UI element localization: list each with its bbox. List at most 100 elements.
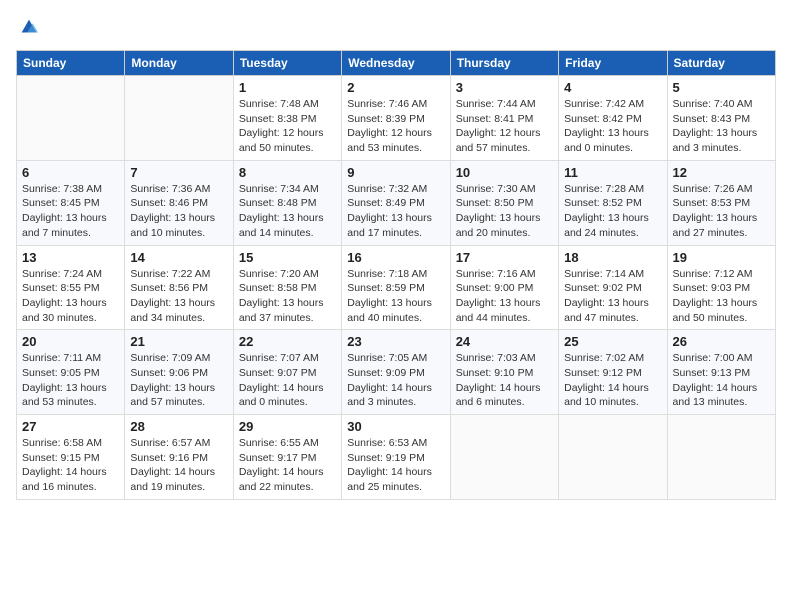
day-number: 9 (347, 165, 444, 180)
calendar-cell: 28 Sunrise: 6:57 AMSunset: 9:16 PMDayligh… (125, 415, 233, 500)
day-number: 26 (673, 334, 770, 349)
day-number: 14 (130, 250, 227, 265)
day-number: 11 (564, 165, 661, 180)
calendar-cell: 9 Sunrise: 7:32 AMSunset: 8:49 PMDaylight… (342, 160, 450, 245)
day-info: Sunrise: 7:44 AMSunset: 8:41 PMDaylight:… (456, 97, 553, 156)
day-info: Sunrise: 7:16 AMSunset: 9:00 PMDaylight:… (456, 267, 553, 326)
day-number: 16 (347, 250, 444, 265)
calendar-cell: 5Sunrise: 7:40 AMSunset: 8:43 PMDaylight… (667, 76, 775, 161)
day-info: Sunrise: 6:58 AMSunset: 9:15 PMDaylight:… (22, 436, 119, 495)
calendar-cell: 1 Sunrise: 7:48 AMSunset: 8:38 PMDaylight… (233, 76, 341, 161)
calendar-cell: 26 Sunrise: 7:00 AMSunset: 9:13 PMDayligh… (667, 330, 775, 415)
day-number: 15 (239, 250, 336, 265)
day-info: Sunrise: 7:09 AMSunset: 9:06 PMDaylight:… (130, 351, 227, 410)
day-number: 22 (239, 334, 336, 349)
calendar-cell: 13 Sunrise: 7:24 AMSunset: 8:55 PMDayligh… (17, 245, 125, 330)
day-info: Sunrise: 7:22 AMSunset: 8:56 PMDaylight:… (130, 267, 227, 326)
calendar-cell (17, 76, 125, 161)
calendar-cell: 8 Sunrise: 7:34 AMSunset: 8:48 PMDaylight… (233, 160, 341, 245)
calendar-cell: 10 Sunrise: 7:30 AMSunset: 8:50 PMDayligh… (450, 160, 558, 245)
calendar-cell (667, 415, 775, 500)
calendar-cell: 18 Sunrise: 7:14 AMSunset: 9:02 PMDayligh… (559, 245, 667, 330)
weekday-header-tuesday: Tuesday (233, 51, 341, 76)
day-number: 24 (456, 334, 553, 349)
day-info: Sunrise: 7:48 AMSunset: 8:38 PMDaylight:… (239, 97, 336, 156)
calendar-cell: 21 Sunrise: 7:09 AMSunset: 9:06 PMDayligh… (125, 330, 233, 415)
day-info: Sunrise: 7:14 AMSunset: 9:02 PMDaylight:… (564, 267, 661, 326)
day-info: Sunrise: 7:12 AMSunset: 9:03 PMDaylight:… (673, 267, 770, 326)
day-info: Sunrise: 7:36 AMSunset: 8:46 PMDaylight:… (130, 182, 227, 241)
day-number: 29 (239, 419, 336, 434)
day-number: 25 (564, 334, 661, 349)
calendar-week-2: 6Sunrise: 7:38 AMSunset: 8:45 PMDaylight… (17, 160, 776, 245)
day-info: Sunrise: 6:53 AMSunset: 9:19 PMDaylight:… (347, 436, 444, 495)
day-number: 13 (22, 250, 119, 265)
day-info: Sunrise: 7:32 AMSunset: 8:49 PMDaylight:… (347, 182, 444, 241)
day-number: 21 (130, 334, 227, 349)
day-info: Sunrise: 7:07 AMSunset: 9:07 PMDaylight:… (239, 351, 336, 410)
calendar-week-3: 13 Sunrise: 7:24 AMSunset: 8:55 PMDayligh… (17, 245, 776, 330)
day-info: Sunrise: 7:02 AMSunset: 9:12 PMDaylight:… (564, 351, 661, 410)
calendar-cell: 4 Sunrise: 7:42 AMSunset: 8:42 PMDaylight… (559, 76, 667, 161)
weekday-header-saturday: Saturday (667, 51, 775, 76)
calendar-cell: 14 Sunrise: 7:22 AMSunset: 8:56 PMDayligh… (125, 245, 233, 330)
calendar-cell: 22 Sunrise: 7:07 AMSunset: 9:07 PMDayligh… (233, 330, 341, 415)
calendar-week-4: 20Sunrise: 7:11 AMSunset: 9:05 PMDayligh… (17, 330, 776, 415)
day-number: 4 (564, 80, 661, 95)
calendar-cell: 6Sunrise: 7:38 AMSunset: 8:45 PMDaylight… (17, 160, 125, 245)
day-number: 27 (22, 419, 119, 434)
day-number: 3 (456, 80, 553, 95)
weekday-header-row: SundayMondayTuesdayWednesdayThursdayFrid… (17, 51, 776, 76)
day-number: 10 (456, 165, 553, 180)
weekday-header-sunday: Sunday (17, 51, 125, 76)
day-number: 12 (673, 165, 770, 180)
calendar-cell: 23 Sunrise: 7:05 AMSunset: 9:09 PMDayligh… (342, 330, 450, 415)
day-number: 20 (22, 334, 119, 349)
day-info: Sunrise: 7:40 AMSunset: 8:43 PMDaylight:… (673, 97, 770, 156)
calendar-cell: 3 Sunrise: 7:44 AMSunset: 8:41 PMDaylight… (450, 76, 558, 161)
day-number: 30 (347, 419, 444, 434)
day-number: 28 (130, 419, 227, 434)
weekday-header-wednesday: Wednesday (342, 51, 450, 76)
calendar-cell: 12 Sunrise: 7:26 AMSunset: 8:53 PMDayligh… (667, 160, 775, 245)
calendar-cell: 11Sunrise: 7:28 AMSunset: 8:52 PMDayligh… (559, 160, 667, 245)
day-info: Sunrise: 6:55 AMSunset: 9:17 PMDaylight:… (239, 436, 336, 495)
calendar-cell: 7 Sunrise: 7:36 AMSunset: 8:46 PMDaylight… (125, 160, 233, 245)
day-number: 17 (456, 250, 553, 265)
weekday-header-thursday: Thursday (450, 51, 558, 76)
day-number: 7 (130, 165, 227, 180)
day-info: Sunrise: 7:38 AMSunset: 8:45 PMDaylight:… (22, 182, 119, 241)
day-info: Sunrise: 7:05 AMSunset: 9:09 PMDaylight:… (347, 351, 444, 410)
calendar-cell: 2 Sunrise: 7:46 AMSunset: 8:39 PMDaylight… (342, 76, 450, 161)
calendar-cell: 20Sunrise: 7:11 AMSunset: 9:05 PMDayligh… (17, 330, 125, 415)
day-number: 8 (239, 165, 336, 180)
day-info: Sunrise: 7:26 AMSunset: 8:53 PMDaylight:… (673, 182, 770, 241)
day-number: 1 (239, 80, 336, 95)
calendar-cell: 15Sunrise: 7:20 AMSunset: 8:58 PMDayligh… (233, 245, 341, 330)
day-info: Sunrise: 6:57 AMSunset: 9:16 PMDaylight:… (130, 436, 227, 495)
calendar-cell: 25 Sunrise: 7:02 AMSunset: 9:12 PMDayligh… (559, 330, 667, 415)
day-info: Sunrise: 7:46 AMSunset: 8:39 PMDaylight:… (347, 97, 444, 156)
day-number: 2 (347, 80, 444, 95)
day-info: Sunrise: 7:24 AMSunset: 8:55 PMDaylight:… (22, 267, 119, 326)
day-info: Sunrise: 7:03 AMSunset: 9:10 PMDaylight:… (456, 351, 553, 410)
calendar-cell: 24 Sunrise: 7:03 AMSunset: 9:10 PMDayligh… (450, 330, 558, 415)
page-header (16, 16, 776, 38)
day-info: Sunrise: 7:42 AMSunset: 8:42 PMDaylight:… (564, 97, 661, 156)
calendar-cell: 27 Sunrise: 6:58 AMSunset: 9:15 PMDayligh… (17, 415, 125, 500)
day-number: 18 (564, 250, 661, 265)
calendar-week-5: 27 Sunrise: 6:58 AMSunset: 9:15 PMDayligh… (17, 415, 776, 500)
calendar-cell (125, 76, 233, 161)
calendar-cell: 29 Sunrise: 6:55 AMSunset: 9:17 PMDayligh… (233, 415, 341, 500)
day-number: 23 (347, 334, 444, 349)
day-info: Sunrise: 7:00 AMSunset: 9:13 PMDaylight:… (673, 351, 770, 410)
day-info: Sunrise: 7:34 AMSunset: 8:48 PMDaylight:… (239, 182, 336, 241)
day-info: Sunrise: 7:30 AMSunset: 8:50 PMDaylight:… (456, 182, 553, 241)
logo (16, 16, 40, 38)
calendar-table: SundayMondayTuesdayWednesdayThursdayFrid… (16, 50, 776, 500)
calendar-cell: 16Sunrise: 7:18 AMSunset: 8:59 PMDayligh… (342, 245, 450, 330)
calendar-cell (450, 415, 558, 500)
logo-icon (18, 16, 40, 38)
calendar-cell: 30 Sunrise: 6:53 AMSunset: 9:19 PMDayligh… (342, 415, 450, 500)
weekday-header-monday: Monday (125, 51, 233, 76)
